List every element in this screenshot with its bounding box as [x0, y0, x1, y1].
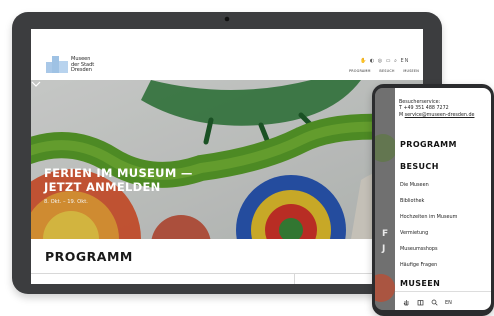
language-switch[interactable]: EN	[401, 58, 410, 64]
menu-item-die-museen[interactable]: Die Museen	[400, 182, 429, 188]
contact-mail-row: M service@museen-dresden.de	[399, 113, 474, 119]
menu-museen[interactable]: MUSEEN	[400, 279, 440, 288]
phone-device: F J Besucherservice: T +49 351 488 7272 …	[372, 84, 494, 316]
menu-item-faq[interactable]: Häufige Fragen	[400, 262, 437, 268]
logo-icon[interactable]	[46, 56, 68, 73]
site-header: Museen der Stadt Dresden ✋ ◐ ◎ ▭ ⌕ EN PR…	[31, 29, 423, 79]
svg-text:J: J	[381, 244, 385, 254]
hero-title-line-2: JETZT ANMELDEN	[44, 180, 161, 194]
menu-item-museumsshops[interactable]: Museumsshops	[400, 246, 438, 252]
menu-item-bibliothek[interactable]: Bibliothek	[400, 198, 424, 204]
section-title: PROGRAMM	[45, 249, 133, 264]
contact-block: Besucherservice: T +49 351 488 7272 M se…	[399, 100, 474, 119]
sign-language-icon[interactable]: ✋	[360, 58, 367, 64]
phone-screen: Besucherservice: T +49 351 488 7272 M se…	[395, 88, 491, 310]
divider-vertical	[294, 274, 295, 284]
divider	[31, 273, 423, 274]
accessibility-icon[interactable]: ◎	[378, 58, 383, 64]
ticket-icon[interactable]: ▭	[386, 58, 392, 64]
menu-programm[interactable]: PROGRAMM	[400, 140, 457, 149]
nav-museen[interactable]: MUSEEN	[403, 69, 419, 73]
easy-language-icon[interactable]: ◐	[370, 58, 375, 64]
header-icons: ✋ ◐ ◎ ▭ ⌕ EN	[360, 58, 409, 64]
search-icon[interactable]	[431, 299, 438, 306]
search-icon[interactable]: ⌕	[394, 58, 398, 64]
program-section: PROGRAMM	[31, 239, 423, 284]
main-nav: PROGRAMM BESUCH MUSEEN	[349, 69, 419, 73]
hero-title-line-1: FERIEN IM MUSEUM —	[44, 166, 193, 180]
nav-programm[interactable]: PROGRAMM	[349, 69, 371, 73]
hero-banner[interactable]: FERIEN IM MUSEUM — JETZT ANMELDEN 8. Okt…	[31, 80, 423, 239]
tablet-screen: Museen der Stadt Dresden ✋ ◐ ◎ ▭ ⌕ EN PR…	[31, 29, 423, 284]
hero-title[interactable]: FERIEN IM MUSEUM — JETZT ANMELDEN	[44, 166, 244, 194]
menu-item-vermietung[interactable]: Vermietung	[400, 230, 428, 236]
contact-mail-link[interactable]: service@museen-dresden.de	[405, 113, 475, 118]
svg-text:F: F	[382, 229, 388, 239]
camera-icon	[224, 16, 230, 22]
hero-artwork	[31, 80, 423, 239]
easy-language-icon[interactable]	[417, 299, 424, 306]
divider	[395, 291, 491, 292]
logo-line-3: Dresden	[71, 67, 92, 73]
phone-footer: EN	[395, 295, 491, 310]
phone-background-page: F J	[375, 88, 395, 310]
chevron-down-icon[interactable]	[31, 80, 41, 88]
language-switch[interactable]: EN	[445, 300, 452, 306]
logo-text[interactable]: Museen der Stadt Dresden	[71, 56, 111, 74]
sign-language-icon[interactable]	[403, 299, 410, 306]
menu-besuch[interactable]: BESUCH	[400, 162, 439, 171]
menu-item-hochzeiten[interactable]: Hochzeiten im Museum	[400, 214, 457, 220]
hero-date: 8. Okt. – 19. Okt.	[44, 199, 88, 205]
nav-besuch[interactable]: BESUCH	[379, 69, 394, 73]
mail-prefix: M	[399, 112, 404, 118]
